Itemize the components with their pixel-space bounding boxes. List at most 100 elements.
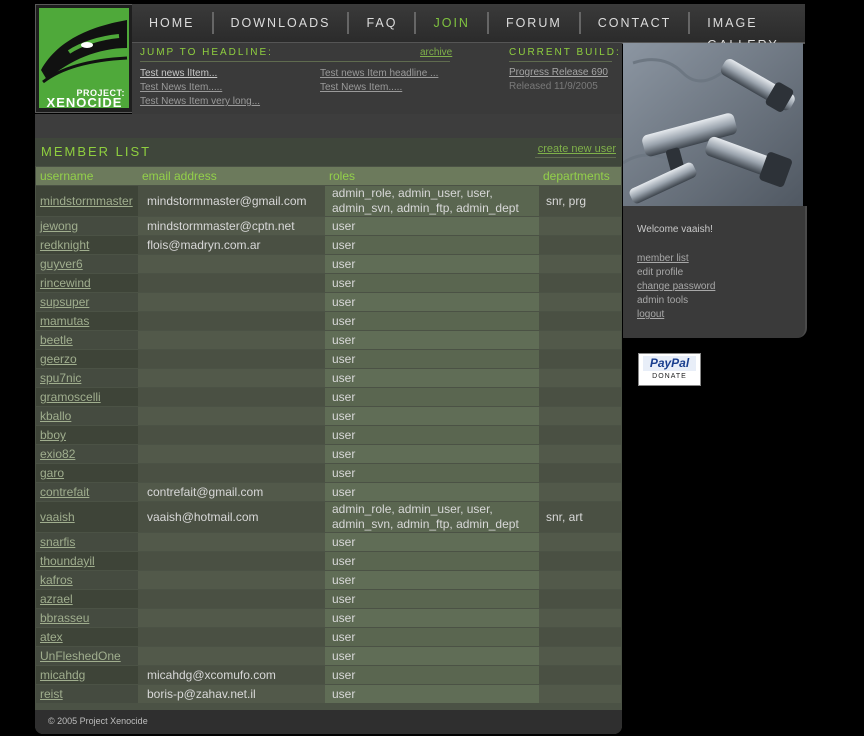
create-new-user-link[interactable]: create new user <box>538 143 616 155</box>
table-row: guyver6 user <box>36 254 621 274</box>
username-cell: exio82 <box>36 444 138 464</box>
headline-link[interactable]: Test News Item very long... <box>140 95 260 109</box>
table-row: bbrasseu user <box>36 608 621 628</box>
email-cell <box>138 349 325 369</box>
roles-cell: user <box>325 330 539 350</box>
username-link[interactable]: guyver6 <box>40 257 83 271</box>
nav-image-gallery[interactable]: IMAGE GALLERY <box>690 12 805 52</box>
username-cell: atex <box>36 627 138 647</box>
table-row: snarfis user <box>36 532 621 552</box>
username-link[interactable]: jewong <box>40 219 78 233</box>
nav-home[interactable]: HOME <box>132 12 214 34</box>
sidebar-item-logout[interactable]: logout <box>637 308 715 322</box>
roles-cell: user <box>325 444 539 464</box>
username-link[interactable]: beetle <box>40 333 73 347</box>
headline-link[interactable]: Test news lItem... <box>140 67 260 81</box>
username-cell: azrael <box>36 589 138 609</box>
email-cell: boris-p@zahav.net.il <box>138 684 325 703</box>
header-divider <box>535 157 616 158</box>
username-link[interactable]: bboy <box>40 428 66 442</box>
username-link[interactable]: rincewind <box>40 276 91 290</box>
username-cell: guyver6 <box>36 254 138 274</box>
table-row: mamutas user <box>36 311 621 331</box>
table-header-row: username email address roles departments <box>36 167 621 186</box>
headline-link[interactable]: Test News Item..... <box>320 81 438 95</box>
username-cell: spu7nic <box>36 368 138 388</box>
spacer-bar <box>35 114 622 138</box>
nav-contact[interactable]: CONTACT <box>581 12 691 34</box>
username-link[interactable]: redknight <box>40 238 89 252</box>
table-row: geerzo user <box>36 349 621 369</box>
nav-join[interactable]: JOIN <box>416 12 489 34</box>
roles-cell: user <box>325 665 539 685</box>
username-link[interactable]: contrefait <box>40 485 89 499</box>
table-row: redknight flois@madryn.com.ar user <box>36 235 621 255</box>
roles-cell: user <box>325 406 539 426</box>
username-link[interactable]: azrael <box>40 592 73 606</box>
weapons-render-image <box>623 43 803 206</box>
username-link[interactable]: vaaish <box>40 510 75 524</box>
departments-cell <box>539 608 621 628</box>
build-release-date: Released 11/9/2005 <box>509 81 598 92</box>
username-link[interactable]: mindstormmaster <box>40 194 133 208</box>
departments-cell <box>539 532 621 552</box>
username-link[interactable]: supsuper <box>40 295 89 309</box>
headline-bar: JUMP TO HEADLINE: archive Test news lIte… <box>132 43 622 115</box>
username-link[interactable]: spu7nic <box>40 371 81 385</box>
username-cell: bbrasseu <box>36 608 138 628</box>
username-cell: supsuper <box>36 292 138 312</box>
paypal-donate-button[interactable]: PayPal DONATE <box>638 353 701 386</box>
username-link[interactable]: exio82 <box>40 447 75 461</box>
username-link[interactable]: snarfis <box>40 535 75 549</box>
departments-cell <box>539 387 621 407</box>
column-header-username[interactable]: username <box>36 167 138 186</box>
roles-cell: user <box>325 311 539 331</box>
email-cell: vaaish@hotmail.com <box>138 501 325 533</box>
column-header-roles[interactable]: roles <box>325 167 539 186</box>
member-list-panel: MEMBER LIST create new user username ema… <box>35 138 622 734</box>
build-release-link[interactable]: Progress Release 690 <box>509 67 608 78</box>
username-link[interactable]: UnFleshedOne <box>40 649 121 663</box>
nav-forum[interactable]: FORUM <box>489 12 581 34</box>
email-cell <box>138 425 325 445</box>
roles-cell: user <box>325 589 539 609</box>
headline-link[interactable]: Test news Item headline ... <box>320 67 438 81</box>
username-link[interactable]: reist <box>40 687 63 701</box>
departments-cell <box>539 589 621 609</box>
email-cell <box>138 608 325 628</box>
username-link[interactable]: geerzo <box>40 352 77 366</box>
archive-link[interactable]: archive <box>420 47 452 58</box>
copyright-text: © 2005 Project Xenocide <box>48 716 148 726</box>
roles-cell: user <box>325 216 539 236</box>
nav-downloads[interactable]: DOWNLOADS <box>214 12 350 34</box>
headline-link[interactable]: Test News Item..... <box>140 81 260 95</box>
departments-cell <box>539 570 621 590</box>
username-cell: beetle <box>36 330 138 350</box>
column-header-departments[interactable]: departments <box>539 167 621 186</box>
username-link[interactable]: mamutas <box>40 314 89 328</box>
username-link[interactable]: bbrasseu <box>40 611 89 625</box>
username-link[interactable]: kafros <box>40 573 73 587</box>
site-logo[interactable]: PROJECT: XENOCIDE <box>35 4 134 113</box>
nav-faq[interactable]: FAQ <box>349 12 417 34</box>
headline-list-2: Test news Item headline ... Test News It… <box>320 67 438 95</box>
email-cell <box>138 532 325 552</box>
username-link[interactable]: kballo <box>40 409 71 423</box>
username-link[interactable]: micahdg <box>40 668 85 682</box>
departments-cell <box>539 273 621 293</box>
username-link[interactable]: gramoscelli <box>40 390 101 404</box>
username-cell: mamutas <box>36 311 138 331</box>
departments-cell <box>539 646 621 666</box>
sidebar-item-member-list[interactable]: member list <box>637 252 715 266</box>
email-cell: micahdg@xcomufo.com <box>138 665 325 685</box>
username-cell: UnFleshedOne <box>36 646 138 666</box>
username-cell: gramoscelli <box>36 387 138 407</box>
username-cell: redknight <box>36 235 138 255</box>
username-link[interactable]: atex <box>40 630 63 644</box>
table-row: rincewind user <box>36 273 621 293</box>
username-link[interactable]: garo <box>40 466 64 480</box>
column-header-email[interactable]: email address <box>138 167 325 186</box>
username-link[interactable]: thoundayil <box>40 554 95 568</box>
sidebar-item-change-password[interactable]: change password <box>637 280 715 294</box>
email-cell <box>138 330 325 350</box>
